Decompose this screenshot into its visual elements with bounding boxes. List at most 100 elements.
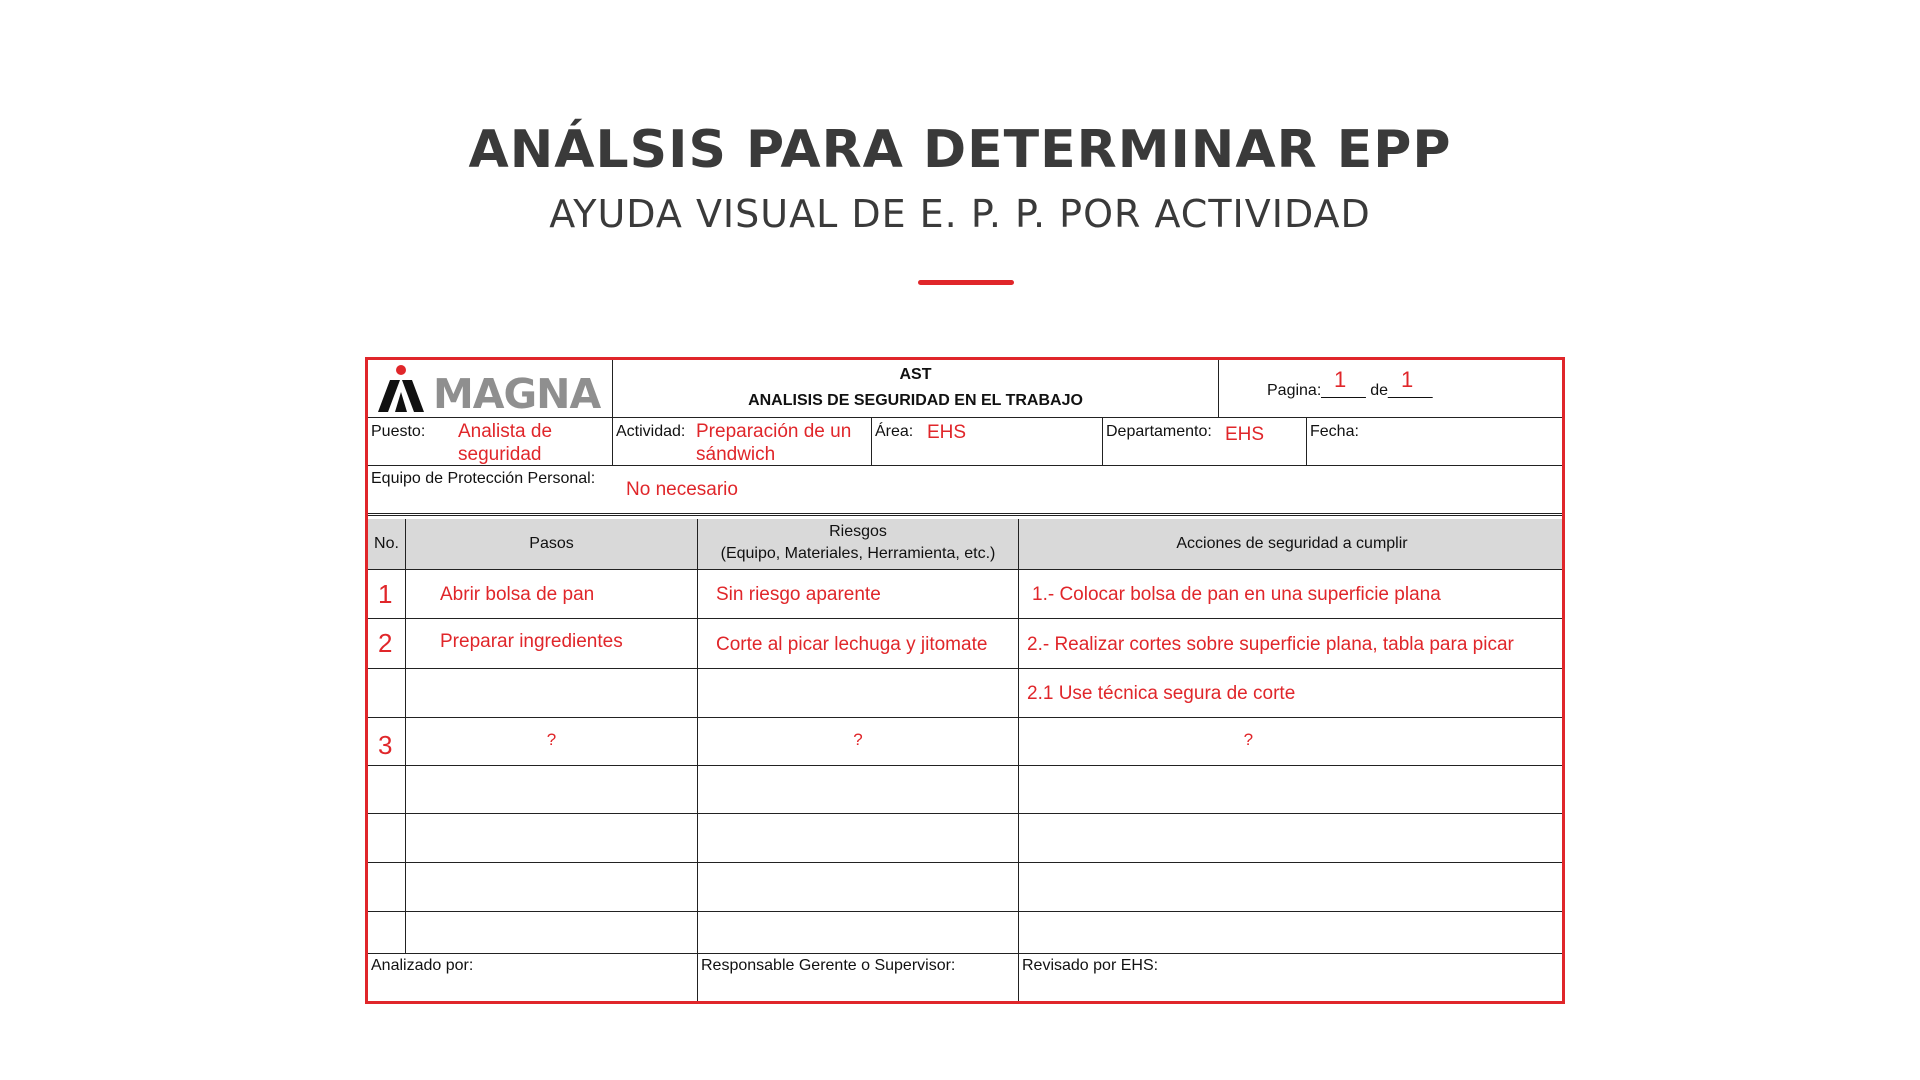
row-no-cell: 1 [368,570,406,618]
ast-form: MAGNA AST ANALISIS DE SEGURIDAD EN EL TR… [365,357,1565,1004]
responsable-label: Responsable Gerente o Supervisor: [701,957,956,974]
row-accion-cell [1019,766,1565,813]
row-paso-cell: ? [406,718,698,765]
row-accion-cell [1019,912,1565,953]
departamento-cell: Departamento: EHS [1103,418,1307,465]
row-number: 1 [378,579,393,609]
row-accion-cell: 1.- Colocar bolsa de pan en una superfic… [1019,570,1565,618]
row-paso: ? [546,730,557,749]
row-no-cell [368,814,406,862]
row-paso-cell [406,766,698,813]
row-no-cell: 3 [368,718,406,765]
row-number: 2 [378,628,393,658]
page-total: 1 [1401,367,1414,392]
area-value: EHS [927,422,967,443]
table-row: 1 Abrir bolsa de pan Sin riesgo aparente… [368,570,1562,619]
page-number: 1 [1334,367,1347,392]
epp-label: Equipo de Protección Personal: [371,470,596,487]
analizado-label: Analizado por: [371,957,474,974]
revisado-cell: Revisado por EHS: [1019,954,1565,1001]
row-riesgo-cell: ? [698,718,1019,765]
col-riesgos-sublabel: (Equipo, Materiales, Herramienta, etc.) [720,545,996,562]
title-divider [918,280,1014,285]
row-riesgo-cell [698,814,1019,862]
row-accion-cell [1019,814,1565,862]
col-acciones-header: Acciones de seguridad a cumplir [1019,519,1565,569]
row-no-cell: 2 [368,619,406,668]
responsable-cell: Responsable Gerente o Supervisor: [698,954,1019,1001]
area-label: Área: [875,423,914,440]
row-riesgo: Corte al picar lechuga y jitomate [716,634,988,655]
row-paso-cell [406,863,698,911]
table-row: 2.1 Use técnica segura de corte [368,669,1562,718]
table-row-empty [368,912,1562,954]
row-riesgo-cell: Corte al picar lechuga y jitomate [698,619,1019,668]
page-cell: Pagina:_____ de_____ 1 1 [1219,360,1565,417]
row-riesgo: ? [853,730,863,749]
actividad-cell: Actividad: Preparación de un sándwich [613,418,872,465]
col-no-label: No. [374,535,399,552]
departamento-label: Departamento: [1106,423,1212,440]
col-pasos-header: Pasos [406,519,698,569]
fecha-cell: Fecha: [1307,418,1565,465]
columns-header-row: No. Pasos Riesgos (Equipo, Materiales, H… [368,519,1562,570]
row-paso-cell [406,669,698,717]
table-row: 3 ? ? ? [368,718,1562,766]
revisado-label: Revisado por EHS: [1022,957,1159,974]
slide: ANÁLSIS PARA DETERMINAR EPP AYUDA VISUAL… [0,0,1920,1080]
info-row: Puesto: Analista de seguridad Actividad:… [368,418,1562,466]
magna-logo-icon [378,365,424,412]
row-accion-cell: ? [1019,718,1565,765]
row-paso-cell: Abrir bolsa de pan [406,570,698,618]
row-number: 3 [378,730,393,760]
col-no-header: No. [368,519,406,569]
slide-subtitle: AYUDA VISUAL DE E. P. P. POR ACTIVIDAD [549,192,1371,236]
puesto-label: Puesto: [371,423,426,440]
row-accion-cell [1019,863,1565,911]
row-accion-cell: 2.- Realizar cortes sobre superficie pla… [1019,619,1565,668]
signature-row: Analizado por: Responsable Gerente o Sup… [368,954,1562,1001]
form-code: AST [899,366,932,383]
actividad-value: Preparación de un sándwich [696,421,852,465]
row-no-cell [368,766,406,813]
col-acciones-label: Acciones de seguridad a cumplir [1176,535,1408,552]
row-accion: 2.- Realizar cortes sobre superficie pla… [1027,634,1514,655]
row-paso: Abrir bolsa de pan [440,584,595,605]
form-header-row: MAGNA AST ANALISIS DE SEGURIDAD EN EL TR… [368,360,1562,418]
row-riesgo: Sin riesgo aparente [716,584,881,605]
row-no-cell [368,912,406,953]
col-riesgos-label: Riesgos [829,523,887,540]
row-paso-cell [406,814,698,862]
row-no-cell [368,669,406,717]
magna-logo-text: MAGNA [433,370,601,418]
row-riesgo-cell [698,669,1019,717]
row-riesgo-cell: Sin riesgo aparente [698,570,1019,618]
actividad-label: Actividad: [616,423,686,440]
row-accion: 1.- Colocar bolsa de pan en una superfic… [1032,584,1441,605]
row-riesgo-cell [698,766,1019,813]
row-riesgo-cell [698,863,1019,911]
table-row-empty [368,766,1562,814]
fecha-label: Fecha: [1310,423,1359,440]
epp-row: Equipo de Protección Personal: No necesa… [368,466,1562,516]
area-cell: Área: EHS [872,418,1103,465]
analizado-cell: Analizado por: [368,954,698,1001]
row-riesgo-cell [698,912,1019,953]
row-no-cell [368,863,406,911]
col-pasos-label: Pasos [529,535,574,552]
row-paso-cell: Preparar ingredientes [406,619,698,668]
row-accion: 2.1 Use técnica segura de corte [1027,683,1296,704]
slide-title: ANÁLSIS PARA DETERMINAR EPP [468,120,1452,180]
row-accion-cell: 2.1 Use técnica segura de corte [1019,669,1565,717]
form-title: ANALISIS DE SEGURIDAD EN EL TRABAJO [748,392,1083,409]
departamento-value: EHS [1225,424,1265,445]
row-accion: ? [1243,730,1254,749]
epp-value: No necesario [626,479,738,500]
col-riesgos-header: Riesgos (Equipo, Materiales, Herramienta… [698,519,1019,569]
row-paso-cell [406,912,698,953]
magna-logo: MAGNA [376,364,606,418]
table-row: 2 Preparar ingredientes Corte al picar l… [368,619,1562,669]
form-title-cell: AST ANALISIS DE SEGURIDAD EN EL TRABAJO [613,360,1219,417]
logo-cell: MAGNA [368,360,613,417]
table-row-empty [368,863,1562,912]
